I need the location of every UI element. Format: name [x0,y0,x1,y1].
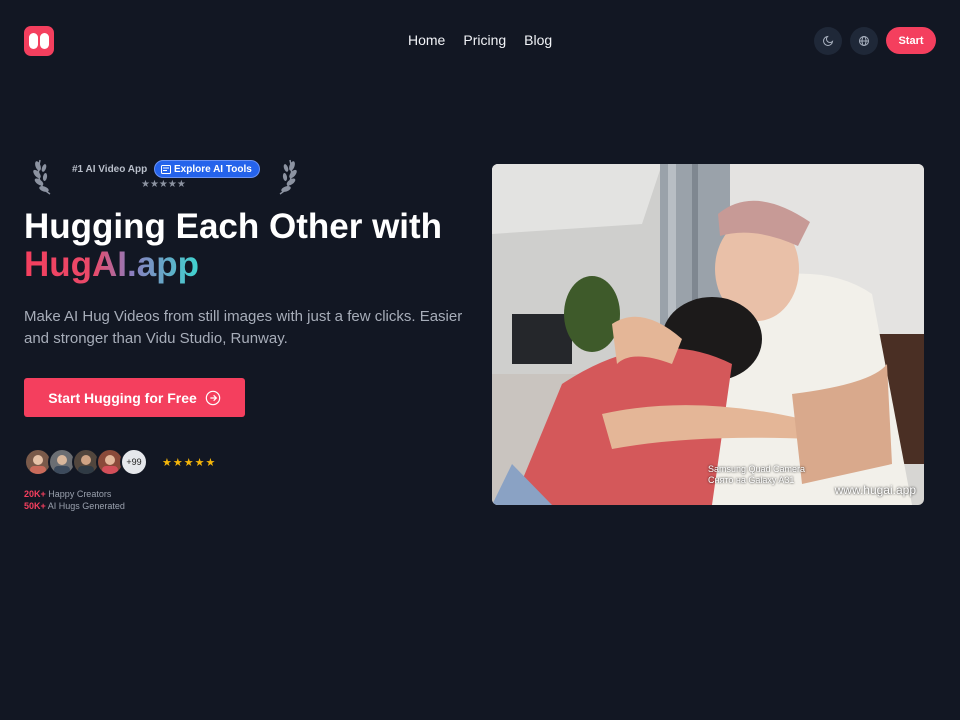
award-stars: ★★★★★ [141,179,186,190]
logo[interactable] [24,26,54,56]
award-label: #1 AI Video App [72,164,148,175]
start-button[interactable]: Start [886,27,936,54]
creators-label: Happy Creators [48,489,112,499]
stat-creators: 20K+ Happy Creators [24,489,111,499]
nav-home[interactable]: Home [408,32,445,48]
explore-ai-tools-label: Explore AI Tools [174,163,252,175]
camera-caption: Samsung Quad Camera Снято на Galaxy A31 [708,464,805,486]
video-watermark: www.hugai.app [834,483,916,497]
arrow-circle-right-icon [205,390,221,405]
main-nav: Home Pricing Blog [408,32,552,48]
hero-title-brand: HugAI.app [24,244,199,286]
camera-line2: Снято на Galaxy A31 [708,475,795,485]
moon-icon [823,35,834,46]
nav-pricing[interactable]: Pricing [463,32,506,48]
hero-video[interactable]: Samsung Quad Camera Снято на Galaxy A31 … [492,164,924,505]
nav-blog[interactable]: Blog [524,32,552,48]
hugs-label: AI Hugs Generated [47,501,125,511]
hero-subtitle: Make AI Hug Videos from still images wit… [24,308,463,347]
start-hugging-button[interactable]: Start Hugging for Free [24,378,245,417]
laurel-right-icon [279,159,297,195]
logo-icon [29,33,49,49]
cta-label: Start Hugging for Free [48,389,197,406]
camera-line1: Samsung Quad Camera [708,464,806,474]
tools-icon [161,164,171,174]
rating-stars: ★★★★★ [162,457,217,469]
hug-video-frame [492,164,924,505]
explore-ai-tools-button[interactable]: Explore AI Tools [154,160,260,178]
language-button[interactable] [850,27,878,55]
laurel-left-icon [33,159,51,195]
theme-toggle-button[interactable] [814,27,842,55]
hugs-count: 50K+ [24,501,46,511]
award-badge: #1 AI Video App Explore AI Tools ★★★★★ [32,154,298,198]
hero-title: Hugging Each Other with [24,207,443,246]
brand-gradient-text: HugAI.app [24,245,199,284]
creator-avatars: +99 [24,448,148,476]
creators-count: 20K+ [24,489,46,499]
globe-icon [859,36,869,46]
more-creators-count: +99 [120,448,148,476]
stat-hugs: 50K+ AI Hugs Generated [24,501,125,511]
